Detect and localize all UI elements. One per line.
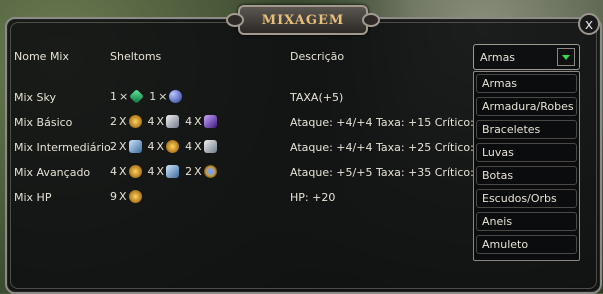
mix-intermediario-desc-clip: Ataque: +4/+4 Taxa: +25 Crítico: +2% — [290, 141, 480, 157]
multiply-sign: X — [119, 190, 127, 203]
emerald-icon — [129, 89, 145, 104]
feather-icon — [203, 140, 217, 153]
gold-swirl-icon — [166, 140, 180, 153]
mix-sky-label[interactable]: Mix Sky — [14, 91, 56, 104]
multiply-sign: X — [194, 165, 202, 178]
header-nome-mix: Nome Mix — [14, 50, 69, 63]
multiply-sign: X — [156, 140, 165, 153]
dropdown-option-aneis[interactable]: Aneis — [476, 212, 577, 231]
mix-intermediario-description: Ataque: +4/+4 Taxa: +25 Crítico: +2% — [290, 141, 480, 154]
mix-basico-description: Ataque: +4/+4 Taxa: +15 Crítico: +1% — [290, 116, 480, 129]
mix-hp-label[interactable]: Mix HP — [14, 191, 51, 204]
mix-avancado-description: Ataque: +5/+5 Taxa: +35 Crítico: +3% — [290, 166, 480, 179]
purple-wing-icon — [203, 115, 217, 128]
mix-sky-sheltoms: 1 × 1 × — [110, 89, 186, 104]
ring-icon — [203, 165, 217, 178]
multiply-sign: X — [156, 165, 165, 178]
sheltom-count: 1 — [149, 90, 157, 103]
gold-swirl-icon — [128, 115, 142, 128]
sheltom-count: 4 — [185, 140, 193, 153]
sheltom-count: 2 — [110, 140, 117, 153]
category-select[interactable]: Armas — [473, 44, 580, 70]
multiply-sign: × — [158, 90, 168, 103]
sheltom-count: 2 — [185, 165, 193, 178]
window-title: MIXAGEM — [261, 12, 345, 28]
sheltom-count: 9 — [110, 190, 117, 203]
mix-sky-description: TAXA(+5) — [290, 91, 344, 104]
dropdown-option-botas[interactable]: Botas — [476, 166, 577, 185]
header-sheltoms: Sheltoms — [110, 50, 162, 63]
moon-icon — [169, 90, 183, 103]
multiply-sign: × — [119, 90, 129, 103]
dropdown-option-amuleto[interactable]: Amuleto — [476, 235, 577, 254]
dropdown-option-luvas[interactable]: Luvas — [476, 143, 577, 162]
dropdown-option-braceletes[interactable]: Braceletes — [476, 120, 577, 139]
mix-sky-desc-clip: TAXA(+5) — [290, 91, 480, 107]
sheltom-count: 4 — [185, 115, 193, 128]
gold-swirl-icon — [128, 190, 142, 203]
multiply-sign: X — [119, 165, 127, 178]
mix-hp-description: HP: +20 — [290, 191, 336, 204]
mix-intermediario-sheltoms: 2X 4X 4X — [110, 140, 221, 153]
sheltom-count: 4 — [147, 140, 155, 153]
mix-basico-sheltoms: 2X 4X 4X — [110, 115, 221, 128]
gold-swirl-icon — [128, 165, 142, 178]
dropdown-option-armadura-robes[interactable]: Armadura/Robes — [476, 97, 577, 116]
feather-icon — [166, 115, 180, 128]
mix-basico-label[interactable]: Mix Básico — [14, 116, 72, 129]
dropdown-option-armas[interactable]: Armas — [476, 74, 577, 93]
blue-feather-icon — [166, 165, 180, 178]
mix-avancado-sheltoms: 4X 4X 2X — [110, 165, 221, 178]
mix-avancado-label[interactable]: Mix Avançado — [14, 166, 90, 179]
title-plate: MIXAGEM — [226, 5, 380, 35]
category-dropdown-list: Armas Armadura/Robes Braceletes Luvas Bo… — [473, 71, 580, 261]
mix-hp-sheltoms: 9X — [110, 190, 146, 203]
multiply-sign: X — [119, 115, 127, 128]
multiply-sign: X — [119, 140, 127, 153]
multiply-sign: X — [194, 140, 202, 153]
close-button[interactable]: x — [578, 13, 600, 35]
sheltom-count: 1 — [110, 90, 117, 103]
mix-intermediario-label[interactable]: Mix Intermediário — [14, 141, 111, 154]
blue-feather-icon — [128, 140, 142, 153]
sheltom-count: 2 — [110, 115, 117, 128]
sheltom-count: 4 — [147, 165, 155, 178]
dropdown-option-escudos-orbs[interactable]: Escudos/Orbs — [476, 189, 577, 208]
sheltom-count: 4 — [110, 165, 117, 178]
mix-avancado-desc-clip: Ataque: +5/+5 Taxa: +35 Crítico: +3% — [290, 166, 480, 182]
mix-basico-desc-clip: Ataque: +4/+4 Taxa: +15 Crítico: +1% — [290, 116, 480, 132]
category-select-value: Armas — [480, 51, 516, 64]
sheltom-count: 4 — [147, 115, 155, 128]
header-descricao: Descrição — [290, 50, 345, 63]
chevron-down-icon[interactable] — [557, 48, 575, 66]
multiply-sign: X — [156, 115, 165, 128]
multiply-sign: X — [194, 115, 202, 128]
